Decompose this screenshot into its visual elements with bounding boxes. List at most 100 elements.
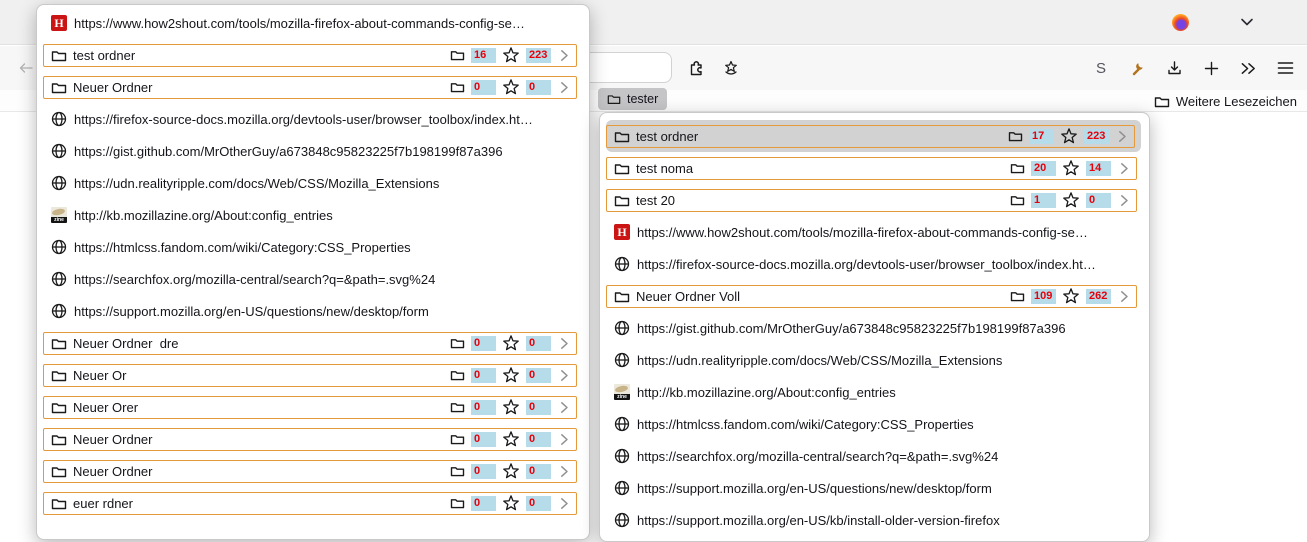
star-count-icon [1062,287,1080,305]
bookmark-folder-row[interactable]: Neuer Ordner00 [43,423,577,455]
folder-icon [614,194,630,207]
downloads-icon[interactable] [1166,60,1183,77]
globe-favicon-icon [51,111,67,127]
bookmark-link-row[interactable]: https://gist.github.com/MrOtherGuy/a6738… [600,312,1149,344]
wrench-icon[interactable] [1129,60,1146,77]
bookmark-link-row[interactable]: https://support.mozilla.org/en-US/kb/ins… [600,504,1149,536]
bookmark-link-row[interactable]: https://support.mozilla.org/en-US/questi… [37,295,589,327]
bookmark-folder-row[interactable]: test ordner16223 [43,39,577,71]
bookmark-link-row[interactable]: zine http://kb.mozillazine.org/About:conf… [37,199,589,231]
folder-count-icon [450,465,465,477]
star-count-icon [502,462,520,480]
bookmark-folder-row[interactable]: test ordner17223 [606,120,1141,152]
bookmark-link-row[interactable]: https://firefox-source-docs.mozilla.org/… [37,103,589,135]
overflow-chevrons-icon[interactable] [1240,60,1257,77]
bookmark-count-badge: 0 [1086,193,1111,208]
expand-chevron-icon[interactable] [560,81,569,94]
tabs-dropdown-button[interactable] [1240,17,1254,27]
browser-window: S [0,0,1307,520]
bookmark-folder-row[interactable]: Neuer Orer00 [43,391,577,423]
expand-chevron-icon[interactable] [560,401,569,414]
expand-chevron-icon[interactable] [1118,130,1127,143]
folder-icon [1154,95,1170,108]
bookmark-folder-row[interactable]: Neuer Ordner00 [43,455,577,487]
bookmark-url: http://kb.mozillazine.org/About:config_e… [637,385,896,400]
folder-count-icon [450,81,465,93]
menu-hamburger-icon[interactable] [1277,60,1294,77]
chevron-down-icon [1240,17,1254,27]
folder-icon [51,337,67,350]
folder-count-badge: 0 [471,432,496,447]
expand-chevron-icon[interactable] [560,497,569,510]
expand-chevron-icon[interactable] [1120,290,1129,303]
folder-count-icon [1010,290,1025,302]
expand-chevron-icon[interactable] [1120,162,1129,175]
folder-name: test noma [636,161,693,176]
expand-chevron-icon[interactable] [560,465,569,478]
bookmark-link-row[interactable]: Hhttps://www.how2shout.com/tools/mozilla… [600,216,1149,248]
new-tab-plus-icon[interactable] [1203,60,1220,77]
s-extension-button[interactable]: S [1093,60,1109,77]
extensions-puzzle-icon[interactable] [688,59,706,77]
bookmark-url: https://searchfox.org/mozilla-central/se… [74,272,435,287]
folder-row-frame: euer rdner00 [43,492,577,515]
bookmark-link-row[interactable]: Hhttps://www.how2shout.com/tools/mozilla… [37,7,589,39]
folder-row-frame: Neuer Orer00 [43,396,577,419]
bookmark-star-tray-icon[interactable] [722,59,740,77]
bookmark-folder-row[interactable]: Neuer Or00 [43,359,577,391]
bookmark-link-row[interactable]: zinehttp://kb.mozillazine.org/About:conf… [600,376,1149,408]
back-button[interactable] [17,60,34,76]
expand-chevron-icon[interactable] [560,433,569,446]
folder-count-icon [450,369,465,381]
bookmark-folder-row[interactable]: test noma2014 [606,152,1137,184]
folder-name: test ordner [73,48,135,63]
folder-row-frame: Neuer Ordner00 [43,76,577,99]
bookmark-count-badge: 0 [526,400,551,415]
bookmark-link-row[interactable]: https://searchfox.org/mozilla-central/se… [600,440,1149,472]
expand-chevron-icon[interactable] [1120,194,1129,207]
how2shout-letter: H [614,224,630,240]
folder-count-badge: 0 [471,336,496,351]
bookmark-folder-row[interactable]: Neuer Ordner00 [43,71,577,103]
bookmark-folder-row[interactable]: Neuer Ordner Voll109262 [606,280,1137,312]
more-bookmarks-button[interactable]: Weitere Lesezeichen [1154,90,1297,112]
bookmark-link-row[interactable]: https://udn.realityripple.com/docs/Web/C… [600,344,1149,376]
bookmark-url: http://kb.mozillazine.org/About:config_e… [74,208,333,223]
globe-favicon-icon [51,143,67,159]
bookmark-link-row[interactable]: https://htmlcss.fandom.com/wiki/Category… [37,231,589,263]
bookmark-link-row[interactable]: https://gist.github.com/MrOtherGuy/a6738… [37,135,589,167]
bookmarks-folder-button-tester[interactable]: tester [598,88,667,110]
folder-count-badge: 0 [471,496,496,511]
bookmark-url: https://firefox-source-docs.mozilla.org/… [637,257,1096,272]
bookmark-count-badge: 0 [526,432,551,447]
bookmark-count-badge: 0 [526,496,551,511]
folder-icon [614,162,630,175]
back-arrow-icon [17,60,34,76]
zeppelin-graphic [615,385,629,394]
folder-name: Neuer Ordner Voll [636,289,740,304]
zeppelin-graphic [52,208,66,217]
bookmark-link-row[interactable]: https://firefox-source-docs.mozilla.org/… [600,248,1149,280]
expand-chevron-icon[interactable] [560,369,569,382]
bookmark-folder-row[interactable]: test 2010 [606,184,1137,216]
bookmark-folder-row[interactable]: euer rdner00 [43,487,577,519]
bookmark-url: https://udn.realityripple.com/docs/Web/C… [637,353,1002,368]
zine-favicon-label: zine [51,217,67,223]
star-count-icon [502,334,520,352]
bookmark-link-row[interactable]: https://support.mozilla.org/en-US/questi… [600,472,1149,504]
expand-chevron-icon[interactable] [560,337,569,350]
bookmark-link-row[interactable]: https://udn.realityripple.com/docs/Web/C… [37,167,589,199]
globe-favicon-icon [614,512,630,528]
folder-count-icon [1008,130,1023,142]
bookmark-folder-row[interactable]: Neuer Ordner dre00 [43,327,577,359]
globe-favicon-icon [51,175,67,191]
folder-count-badge: 0 [471,80,496,95]
folder-name: Neuer Ordner dre [73,336,179,351]
bookmark-link-row[interactable]: https://searchfox.org/mozilla-central/se… [37,263,589,295]
globe-favicon-icon [614,320,630,336]
expand-chevron-icon[interactable] [560,49,569,62]
globe-favicon-icon [614,416,630,432]
folder-name: test ordner [636,129,698,144]
mozillazine-favicon: zine [51,207,67,223]
bookmark-link-row[interactable]: https://htmlcss.fandom.com/wiki/Category… [600,408,1149,440]
